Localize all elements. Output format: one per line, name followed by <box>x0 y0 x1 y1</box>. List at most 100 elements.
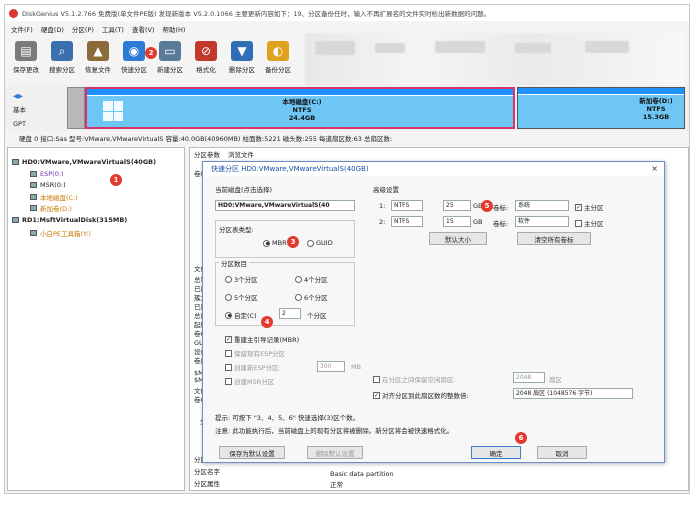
menu-help[interactable]: 帮助(H) <box>162 24 185 34</box>
custom-count-unit: 个分区 <box>307 312 327 320</box>
clear-labels-button[interactable]: 清空所有卷标 <box>517 232 591 245</box>
search-partition-button[interactable]: ⌕ 搜索分区 <box>45 39 79 79</box>
partition-d-size: 15.3GB <box>642 113 670 121</box>
new-partition-icon: ▭ <box>159 41 181 61</box>
row1-fs-select[interactable]: NTFS <box>391 200 423 211</box>
current-disk-selector[interactable]: HD0:VMware,VMwareVirtualS(40 <box>215 200 355 211</box>
disk-nav-arrows-icon[interactable]: ◀▶ <box>13 89 69 103</box>
save-default-button[interactable]: 保存为默认设置 <box>219 446 285 459</box>
dialog-title: 快速分区 HD0:VMware,VMwareVirtualS(40GB) <box>211 165 369 173</box>
count-5-label: 5个分区 <box>234 294 258 302</box>
count-custom-label: 自定(C) <box>234 312 257 320</box>
partition-attr-label: 分区属性 <box>194 480 220 488</box>
menu-tools[interactable]: 工具(T) <box>102 24 124 34</box>
quick-partition-button[interactable]: ◉ 快速分区 <box>117 39 151 79</box>
row1-primary-checkbox[interactable]: ✓ 主分区 <box>575 202 604 212</box>
esp-size-unit: MB <box>351 363 362 371</box>
recover-files-button[interactable]: ▲ 恢复文件 <box>81 39 115 79</box>
align-checkbox[interactable]: ✓ 对齐分区到此扇区数的整数倍: <box>373 390 469 400</box>
info-tabs: 分区参数 浏览文件 <box>190 148 254 160</box>
default-size-button[interactable]: 默认大小 <box>429 232 487 245</box>
blurred-block <box>375 43 405 53</box>
cancel-button[interactable]: 取消 <box>537 446 587 459</box>
search-icon: ⌕ <box>51 41 73 61</box>
format-button[interactable]: ⊘ 格式化 <box>189 39 223 79</box>
row2-fs-select[interactable]: NTFS <box>391 216 423 227</box>
tab-partition-params[interactable]: 分区参数 <box>194 149 220 159</box>
align-select[interactable]: 2048 扇区 (1048576 字节) <box>513 388 633 399</box>
tree-item-label: MSR(0:) <box>40 181 66 189</box>
tree-item-disk0[interactable]: HD0:VMware,VMwareVirtualS(40GB) <box>12 158 156 166</box>
blurred-block <box>515 43 551 53</box>
count-5-radio[interactable]: 5个分区 <box>225 292 258 302</box>
window-title: DiskGenius V5.1.2.766 免费版(单文件PE版) 发现新版本 … <box>22 10 491 18</box>
tab-browse-files[interactable]: 浏览文件 <box>228 149 254 159</box>
delete-default-button[interactable]: 删除默认设置 <box>307 446 363 459</box>
disk-icon <box>12 159 19 165</box>
partition-c-name: 本地磁盘(C:) <box>282 98 322 106</box>
table-type-guid-radio[interactable]: GUID <box>307 239 333 247</box>
row2-label-select[interactable]: 软件 <box>515 216 569 227</box>
partition-icon <box>30 230 37 236</box>
count-3-label: 3个分区 <box>234 276 258 284</box>
menu-partition[interactable]: 分区(P) <box>72 24 94 34</box>
count-custom-radio[interactable]: 自定(C) <box>225 310 257 320</box>
diskgenius-logo-icon <box>9 8 18 18</box>
row1-index: 1: <box>379 202 386 210</box>
delete-icon: ▼ <box>231 41 253 61</box>
keep-free-sectors-input[interactable]: 2048 <box>513 372 545 383</box>
disk-gpt-label: GPT <box>13 120 26 128</box>
keep-esp-checkbox[interactable]: 保留现有ESP分区 <box>225 348 285 358</box>
partition-c-fs: NTFS <box>292 106 312 114</box>
keep-free-sectors-label: 在分区之间保留空闲扇区: <box>382 376 456 384</box>
backup-partition-label: 备份分区 <box>265 66 291 74</box>
tree-item-msr[interactable]: MSR(0:) <box>30 181 66 189</box>
menu-disk[interactable]: 硬盘(D) <box>41 24 64 34</box>
table-type-mbr-radio[interactable]: MBR <box>263 239 287 247</box>
row1-size-input[interactable]: 25 <box>443 200 471 211</box>
row1-label-tag: 卷标: <box>493 204 509 212</box>
row2-size-input[interactable]: 15 <box>443 216 471 227</box>
create-esp-checkbox[interactable]: 创建新ESP分区: <box>225 362 281 372</box>
title-bar: DiskGenius V5.1.2.766 免费版(单文件PE版) 发现新版本 … <box>5 5 689 21</box>
tree-item-c[interactable]: 本地磁盘(C:) <box>30 192 78 202</box>
quick-partition-label: 快速分区 <box>121 66 147 74</box>
row1-label-select[interactable]: 系统 <box>515 200 569 211</box>
blurred-block <box>315 41 355 55</box>
format-icon: ⊘ <box>195 41 217 61</box>
esp-size-input[interactable]: 300 <box>317 361 345 372</box>
hint-text-1: 提示: 可按下 "3、4、5、6" 快速选择(3)区个数。 <box>215 414 360 422</box>
partition-segment-d[interactable]: 新加卷(D:) NTFS 15.3GB <box>517 87 685 129</box>
rebuild-mbr-checkbox[interactable]: ✓ 重建主引导记录(MBR) <box>225 334 299 344</box>
partition-segment-c[interactable]: 本地磁盘(C:) NTFS 24.4GB <box>85 87 515 129</box>
create-esp-label: 创建新ESP分区: <box>234 364 281 372</box>
partition-segment-esp[interactable] <box>67 87 85 129</box>
tree-item-disk1[interactable]: RD1:MsftVirtualDisk(315MB) <box>12 216 127 224</box>
row2-primary-checkbox[interactable]: 主分区 <box>575 218 604 228</box>
custom-count-select[interactable]: 2 <box>279 308 301 319</box>
table-type-mbr-label: MBR <box>272 239 287 247</box>
tree-item-y[interactable]: 小白PE工具箱(Y:) <box>30 228 91 238</box>
delete-partition-button[interactable]: ▼ 删除分区 <box>225 39 259 79</box>
count-3-radio[interactable]: 3个分区 <box>225 274 258 284</box>
backup-partition-button[interactable]: ◐ 备份分区 <box>261 39 295 79</box>
save-changes-button[interactable]: ▤ 保存更改 <box>9 39 43 79</box>
tree-item-d[interactable]: 新加卷(D:) <box>30 203 72 213</box>
row2-primary-label: 主分区 <box>584 220 604 228</box>
menu-file[interactable]: 文件(F) <box>11 24 33 34</box>
count-4-radio[interactable]: 4个分区 <box>295 274 328 284</box>
toolbar: ▤ 保存更改 ⌕ 搜索分区 ▲ 恢复文件 ◉ 快速分区 ▭ 新建分区 ⊘ 格式化… <box>5 39 295 79</box>
keep-free-sectors-checkbox[interactable]: 在分区之间保留空闲扇区: <box>373 374 456 384</box>
dialog-close-button[interactable]: × <box>651 164 658 173</box>
new-partition-button[interactable]: ▭ 新建分区 <box>153 39 187 79</box>
create-msr-checkbox[interactable]: 创建MSR分区 <box>225 376 274 386</box>
save-icon: ▤ <box>15 41 37 61</box>
menu-view[interactable]: 查看(V) <box>132 24 155 34</box>
tree-item-esp[interactable]: ESP(0:) <box>30 170 64 178</box>
ok-button[interactable]: 确定 <box>471 446 521 459</box>
disk-map: ◀▶ 基本 GPT 本地磁盘(C:) NTFS 24.4GB 新加卷(D:) N… <box>5 85 689 131</box>
rebuild-mbr-label: 重建主引导记录(MBR) <box>234 336 300 344</box>
partition-d-name: 新加卷(D:) <box>639 97 673 105</box>
count-6-radio[interactable]: 6个分区 <box>295 292 328 302</box>
partition-count-label: 分区数目 <box>219 258 249 268</box>
